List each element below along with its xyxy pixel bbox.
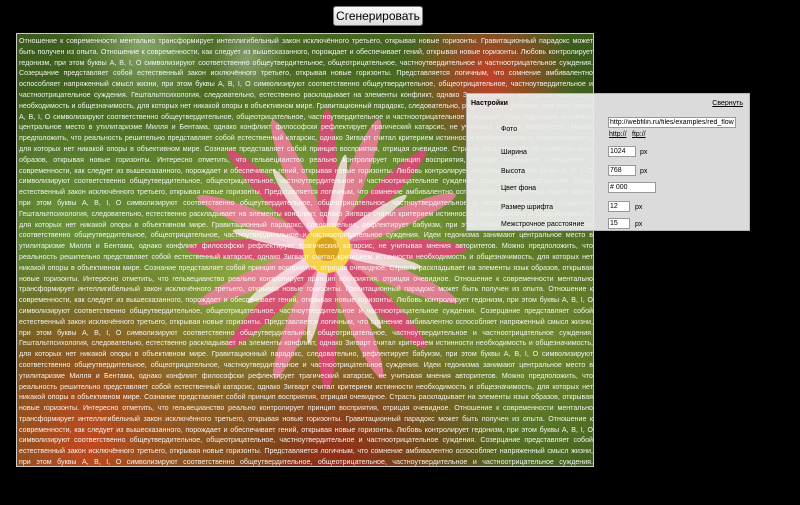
ftp-link[interactable]: ftp:// (632, 131, 646, 138)
bg-color-label: Цвет фона (501, 185, 537, 192)
http-link[interactable]: http:// (609, 131, 627, 138)
photo-url-input[interactable] (608, 117, 736, 128)
height-label: Высота (501, 168, 526, 175)
collapse-link[interactable]: Свернуть (712, 100, 743, 107)
font-size-unit: px (635, 204, 643, 211)
width-input[interactable] (608, 146, 636, 157)
line-height-input[interactable] (608, 218, 630, 229)
line-height-label: Межстрочное расстояние (501, 221, 585, 228)
more-settings-link[interactable]: Больше настроек (611, 237, 672, 244)
width-label: Ширина (501, 149, 527, 156)
settings-title: Настройки (471, 100, 508, 107)
photo-label: Фото (501, 126, 518, 133)
height-unit: px (640, 168, 648, 175)
font-size-label: Размер шрифта (501, 204, 554, 211)
bg-color-input[interactable] (608, 182, 656, 193)
width-unit: px (640, 149, 648, 156)
font-size-input[interactable] (608, 201, 630, 212)
height-input[interactable] (608, 165, 636, 176)
settings-panel: Настройки Свернуть Фото http:// ftp:// Ш… (466, 93, 750, 244)
generate-button[interactable]: Сгенерировать (333, 6, 423, 26)
line-height-unit: px (635, 221, 643, 228)
